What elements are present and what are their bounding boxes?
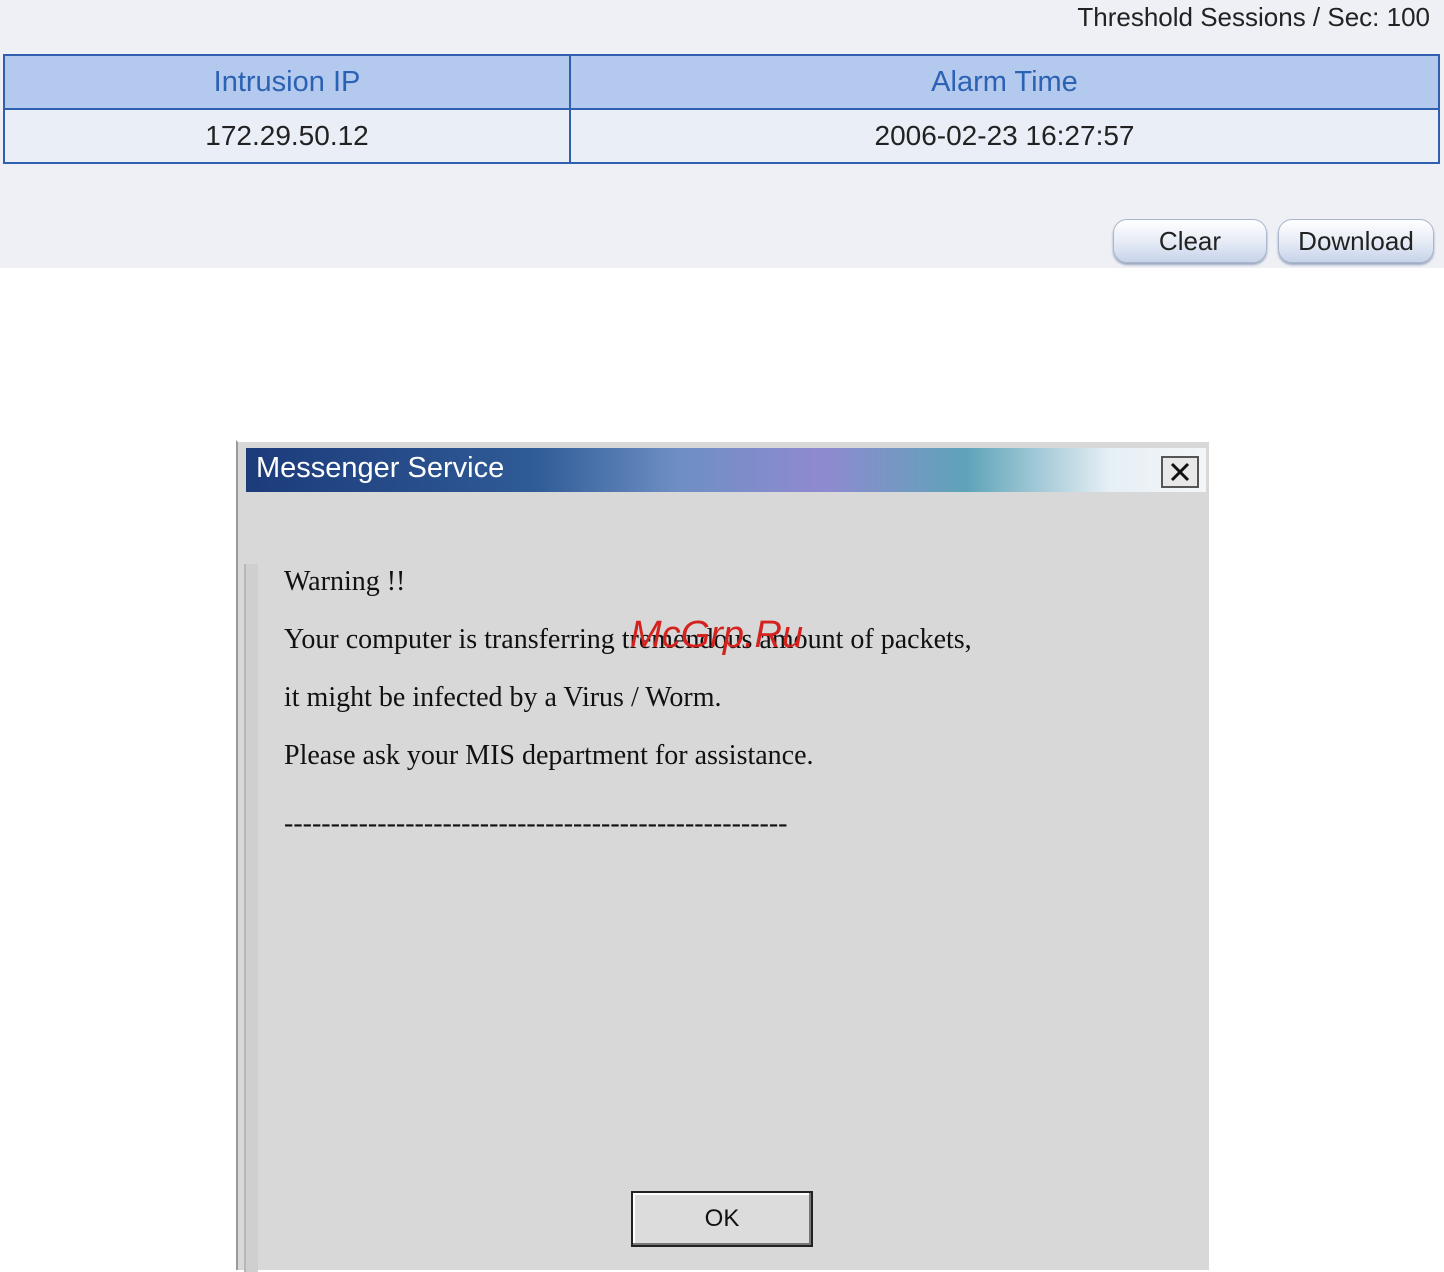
dialog-titlebar[interactable]: Messenger Service bbox=[246, 448, 1206, 492]
download-button[interactable]: Download bbox=[1278, 219, 1434, 263]
message-line-assistance: Please ask your MIS department for assis… bbox=[284, 740, 814, 771]
cell-intrusion-ip: 172.29.50.12 bbox=[3, 108, 571, 164]
header-intrusion-ip: Intrusion IP bbox=[3, 54, 571, 110]
close-icon bbox=[1170, 462, 1190, 482]
cell-alarm-time: 2006-02-23 16:27:57 bbox=[569, 108, 1440, 164]
threshold-label: Threshold Sessions / Sec: 100 bbox=[1077, 2, 1430, 32]
dialog-left-edge bbox=[244, 564, 258, 1272]
dialog-title: Messenger Service bbox=[256, 452, 505, 484]
clear-button[interactable]: Clear bbox=[1113, 219, 1267, 263]
header-alarm-time: Alarm Time bbox=[569, 54, 1440, 110]
close-button[interactable] bbox=[1161, 456, 1199, 488]
alarm-log-panel: Threshold Sessions / Sec: 100 Intrusion … bbox=[0, 0, 1444, 268]
ok-button[interactable]: OK bbox=[631, 1191, 813, 1247]
table-header-row: Intrusion IP Alarm Time bbox=[3, 54, 1440, 110]
table-row: 172.29.50.12 2006-02-23 16:27:57 bbox=[3, 108, 1440, 164]
intrusion-table: Intrusion IP Alarm Time 172.29.50.12 200… bbox=[3, 54, 1440, 164]
message-line-warning: Warning !! bbox=[284, 566, 406, 597]
message-line-transfer: Your computer is transferring tremendous… bbox=[284, 624, 972, 655]
message-separator: ----------------------------------------… bbox=[284, 808, 788, 839]
messenger-dialog: Messenger Service Warning !! Your comput… bbox=[236, 440, 1209, 1272]
watermark-text: McGrp.Ru bbox=[630, 614, 804, 656]
dialog-message: Warning !! Your computer is transferring… bbox=[284, 562, 972, 862]
message-line-infected: it might be infected by a Virus / Worm. bbox=[284, 682, 722, 713]
